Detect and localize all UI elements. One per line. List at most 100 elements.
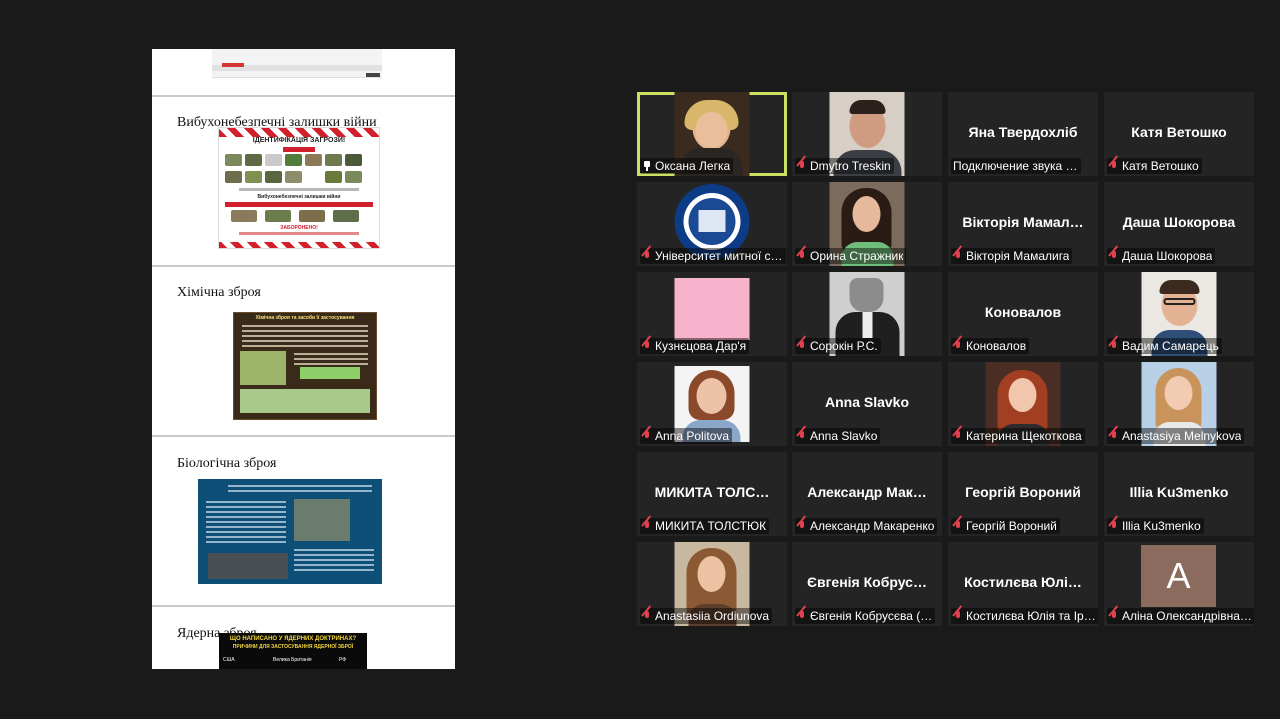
participant-name: Illia Ku3menko — [1122, 519, 1201, 533]
participant-name: Георгій Вороний — [966, 519, 1057, 533]
participant-name-label: Георгій Вороний — [951, 518, 1060, 534]
thumb-heading-explosives: ІДЕНТИФІКАЦІЯ ЗАГРОЗИ! — [252, 137, 346, 144]
flag-label-usa: США — [223, 657, 235, 663]
participant-display-name: Anna Slavko — [824, 394, 910, 410]
mic-muted-icon — [797, 340, 807, 352]
participant-name-label: Даша Шокорова — [1107, 248, 1216, 264]
pin-icon — [642, 160, 652, 172]
participant-tile[interactable]: Dmytro Treskin — [792, 92, 942, 176]
participant-name: Вадим Самарець — [1122, 339, 1219, 353]
participant-name-label: Dmytro Treskin — [795, 158, 894, 174]
mic-muted-icon — [953, 520, 963, 532]
slide-partial-image — [212, 49, 382, 78]
participant-tile[interactable]: Євгенія Кобрус… Євгенія Кобрусєва (… — [792, 542, 942, 626]
participant-name: Anastasiya Melnykova — [1122, 429, 1242, 443]
thumb-subheading-explosives: Вибухонебезпечні залишки війни — [257, 194, 341, 200]
participant-name-label: Оксана Легка — [640, 158, 734, 174]
participant-tile[interactable]: Даша Шокорова Даша Шокорова — [1104, 182, 1254, 266]
mic-muted-icon — [1109, 250, 1119, 262]
participant-tile[interactable]: Сорокін Р.С. — [792, 272, 942, 356]
participant-name: Університет митної с… — [655, 249, 783, 263]
participant-name: Коновалов — [966, 339, 1027, 353]
slide-partial-top — [152, 49, 455, 95]
participant-name-label: Кузнєцова Дар'я — [640, 338, 750, 354]
participant-name: Костилєва Юлія та Ір… — [966, 609, 1096, 623]
participant-name-label: Катя Ветошко — [1107, 158, 1202, 174]
participant-name: Катерина Щекоткова — [966, 429, 1082, 443]
thumb-heading-chemical: Хімічна зброя та засоби її застосування — [255, 315, 355, 321]
participant-tile[interactable]: Anastasiya Melnykova — [1104, 362, 1254, 446]
mic-muted-icon — [953, 610, 963, 622]
mic-muted-icon — [1109, 160, 1119, 172]
mic-muted-icon — [1109, 340, 1119, 352]
mic-muted-icon — [642, 250, 652, 262]
participant-name: Орина Стражник — [810, 249, 904, 263]
participant-name-label: Anna Slavko — [795, 428, 881, 444]
participant-tile[interactable]: Illia Ku3menko Illia Ku3menko — [1104, 452, 1254, 536]
participant-tile[interactable]: Кузнєцова Дар'я — [637, 272, 787, 356]
participant-tile[interactable]: А Аліна Олександрівна… — [1104, 542, 1254, 626]
participant-display-name: Коновалов — [984, 304, 1062, 320]
participant-tile[interactable]: Александр Мак… Александр Макаренко — [792, 452, 942, 536]
participant-tile[interactable]: Орина Стражник — [792, 182, 942, 266]
mic-muted-icon — [642, 430, 652, 442]
participant-display-name: Георгій Вороний — [965, 484, 1081, 500]
participant-name-label: Illia Ku3menko — [1107, 518, 1204, 534]
participant-name-label: Вікторія Мамалига — [951, 248, 1073, 264]
mic-muted-icon — [1109, 430, 1119, 442]
participant-tile[interactable]: Anastasiia Ordiunova — [637, 542, 787, 626]
mic-muted-icon — [642, 520, 652, 532]
participant-tile[interactable]: Яна Твердохліб Подключение звука … — [948, 92, 1098, 176]
mic-muted-icon — [797, 430, 807, 442]
participant-name: Подключение звука … — [953, 159, 1078, 173]
participant-tile[interactable]: Вадим Самарець — [1104, 272, 1254, 356]
participant-name: Anna Politova — [655, 429, 730, 443]
participant-name-label: Аліна Олександрівна… — [1107, 608, 1254, 624]
mic-muted-icon — [642, 340, 652, 352]
mic-muted-icon — [1109, 520, 1119, 532]
participant-tile[interactable]: МИКИТА ТОЛС… МИКИТА ТОЛСТЮК — [637, 452, 787, 536]
participant-tile[interactable]: Anna Slavko Anna Slavko — [792, 362, 942, 446]
participant-tile[interactable]: Костилєва Юлі… Костилєва Юлія та Ір… — [948, 542, 1098, 626]
slide-image-chemical: Хімічна зброя та засоби її застосування — [233, 312, 377, 420]
participant-name-label: Коновалов — [951, 338, 1030, 354]
participant-name-label: Орина Стражник — [795, 248, 907, 264]
slide-title-biological: Біологічна зброя — [177, 456, 277, 471]
participant-display-name: Александр Мак… — [807, 484, 927, 500]
participant-name: Катя Ветошко — [1122, 159, 1199, 173]
shared-document[interactable]: Вибухонебезпечні залишки війни ІДЕНТИФІК… — [152, 49, 455, 669]
participant-name-label: Anna Politova — [640, 428, 733, 444]
participant-name: Євгенія Кобрусєва (… — [810, 609, 933, 623]
participant-name-label: Александр Макаренко — [795, 518, 938, 534]
slide-image-nuclear: ЩО НАПИСАНО У ЯДЕРНИХ ДОКТРИНАХ? ПРИЧИНИ… — [219, 633, 367, 669]
participant-name-label: Сорокін Р.С. — [795, 338, 881, 354]
thumb-footer-explosives: ЗАБОРОНЕНО! — [280, 225, 318, 231]
participant-tile[interactable]: Георгій Вороний Георгій Вороний — [948, 452, 1098, 536]
mic-muted-icon — [953, 340, 963, 352]
participant-display-name: Євгенія Кобрус… — [807, 574, 927, 590]
participant-display-name: Яна Твердохліб — [968, 124, 1078, 140]
flag-label-uk: Велика Британія — [273, 657, 312, 663]
participant-tile[interactable]: Вікторія Мамал… Вікторія Мамалига — [948, 182, 1098, 266]
participant-tile[interactable]: Катя Ветошко Катя Ветошко — [1104, 92, 1254, 176]
participant-display-name: МИКИТА ТОЛС… — [654, 484, 770, 500]
participant-tile[interactable]: Anna Politova — [637, 362, 787, 446]
participant-tile[interactable]: Катерина Щекоткова — [948, 362, 1098, 446]
mic-muted-icon — [642, 610, 652, 622]
slide-divider — [152, 605, 455, 607]
participant-name-label: МИКИТА ТОЛСТЮК — [640, 518, 770, 534]
participant-name: Даша Шокорова — [1122, 249, 1213, 263]
participant-tile[interactable]: Оксана Легка — [637, 92, 787, 176]
mic-muted-icon — [797, 250, 807, 262]
participant-display-name: Катя Ветошко — [1131, 124, 1227, 140]
participant-display-name: Костилєва Юлі… — [964, 574, 1082, 590]
participant-display-name: Illia Ku3menko — [1129, 484, 1229, 500]
participant-name: Сорокін Р.С. — [810, 339, 878, 353]
mic-muted-icon — [1109, 610, 1119, 622]
participant-tile[interactable]: Коновалов Коновалов — [948, 272, 1098, 356]
participant-tile[interactable]: Університет митної с… — [637, 182, 787, 266]
slide-divider — [152, 265, 455, 267]
slide-image-explosives: ІДЕНТИФІКАЦІЯ ЗАГРОЗИ! Вибухонебезпечні … — [218, 127, 380, 249]
participant-display-name: Вікторія Мамал… — [962, 214, 1084, 230]
slide-divider — [152, 435, 455, 437]
